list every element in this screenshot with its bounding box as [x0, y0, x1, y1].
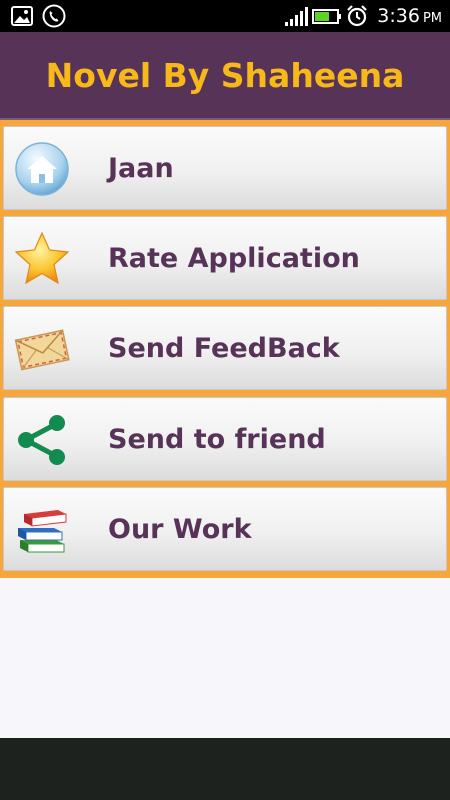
- phone-call-icon: [42, 4, 66, 33]
- menu-item-label: Send to friend: [108, 424, 326, 455]
- bottom-bar: [0, 738, 450, 800]
- alarm-icon: [345, 4, 369, 33]
- books-icon: [12, 500, 72, 560]
- content-area: [0, 578, 450, 738]
- menu-item-label: Send FeedBack: [108, 333, 340, 364]
- envelope-icon: [12, 319, 72, 379]
- menu-item-label: Jaan: [108, 153, 174, 184]
- menu-item-our-work[interactable]: Our Work: [3, 487, 447, 571]
- status-time: 3:36 PM: [377, 5, 442, 27]
- home-icon: [12, 139, 72, 199]
- menu-item-label: Our Work: [108, 514, 252, 545]
- star-icon: [12, 229, 72, 289]
- status-bar: 3:36 PM: [0, 0, 450, 32]
- menu-panel: Jaan Rate Application Send FeedBack Send…: [0, 120, 450, 578]
- app-header: Novel By Shaheena: [0, 32, 450, 120]
- page-title: Novel By Shaheena: [45, 55, 405, 95]
- signal-icon: [284, 4, 310, 33]
- battery-icon: [312, 4, 342, 33]
- gallery-icon: [10, 4, 34, 33]
- menu-item-send-feedback[interactable]: Send FeedBack: [3, 306, 447, 390]
- menu-item-jaan[interactable]: Jaan: [3, 126, 447, 210]
- share-icon: [12, 410, 72, 470]
- menu-item-label: Rate Application: [108, 243, 360, 274]
- menu-item-rate-application[interactable]: Rate Application: [3, 216, 447, 300]
- menu-item-send-to-friend[interactable]: Send to friend: [3, 397, 447, 481]
